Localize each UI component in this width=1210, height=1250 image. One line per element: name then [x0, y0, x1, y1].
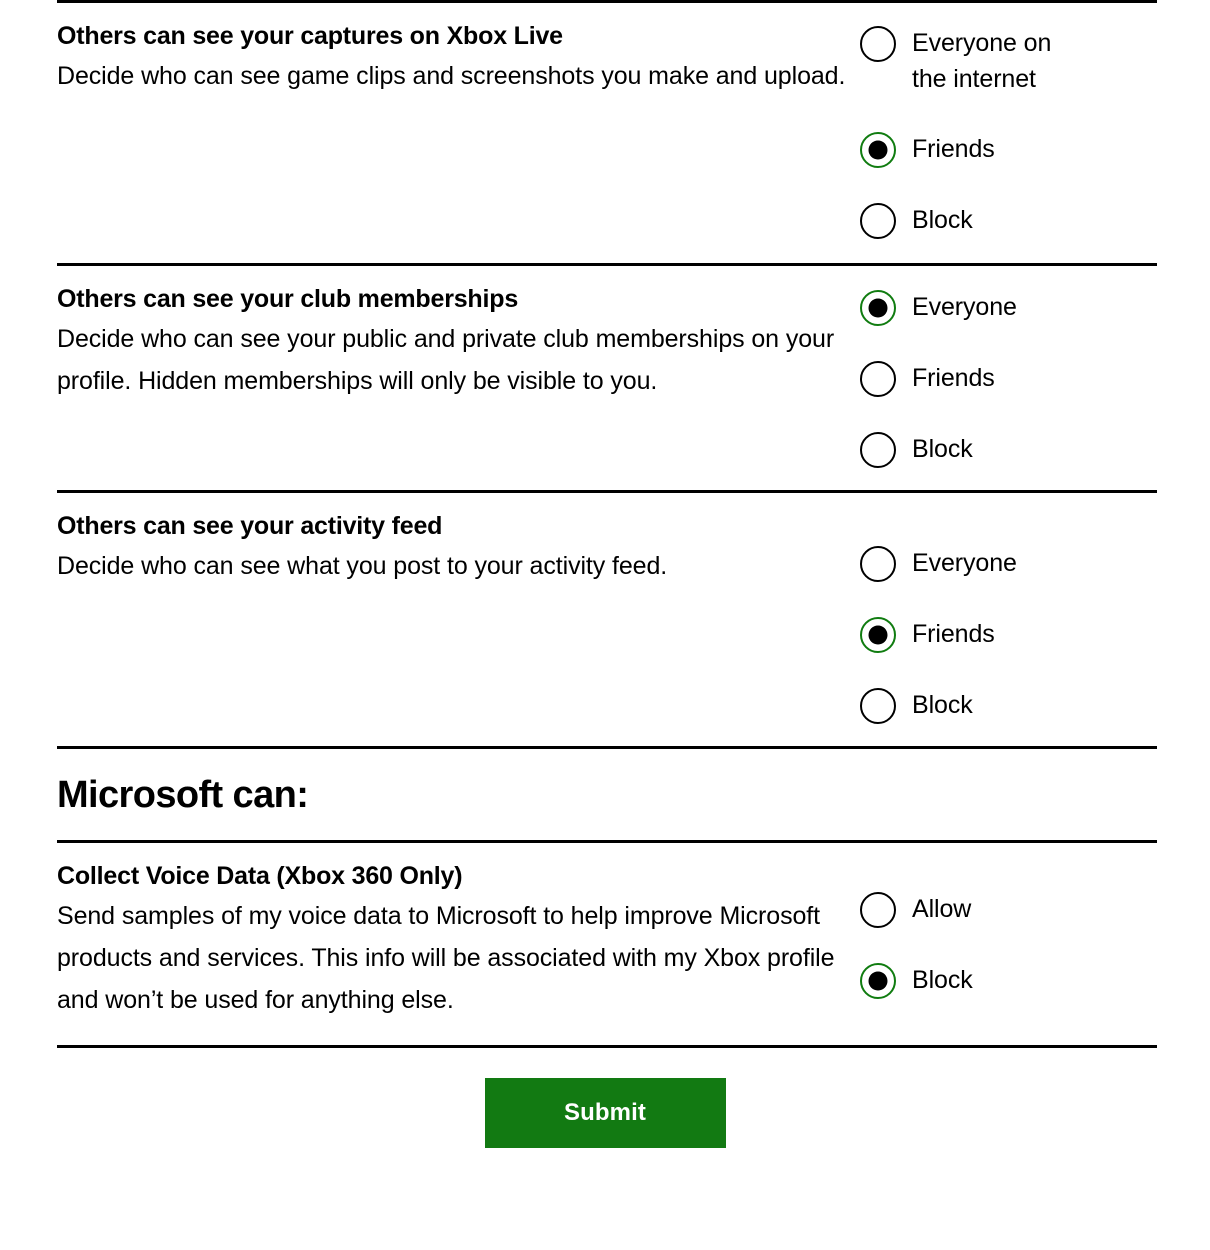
radio-option-voice-allow[interactable]: Allow: [860, 891, 1157, 928]
radio-group-activity-feed: Everyone Friends Block: [847, 493, 1157, 724]
radio-option-activity-friends[interactable]: Friends: [860, 616, 1157, 653]
radio-label-activity-friends: Friends: [912, 620, 995, 648]
radio-option-clubs-friends[interactable]: Friends: [860, 360, 1157, 397]
setting-row-voice-data: Collect Voice Data (Xbox 360 Only) Send …: [57, 843, 1157, 1045]
radio-icon-unselected[interactable]: [860, 361, 896, 397]
setting-text-voice-data: Collect Voice Data (Xbox 360 Only) Send …: [57, 843, 847, 1021]
radio-icon-unselected[interactable]: [860, 203, 896, 239]
setting-description-voice-data: Send samples of my voice data to Microso…: [57, 902, 835, 1015]
radio-option-captures-everyone[interactable]: Everyone on the internet: [860, 25, 1157, 97]
setting-description-captures: Decide who can see game clips and screen…: [57, 62, 846, 91]
radio-label-voice-block: Block: [912, 966, 973, 994]
radio-icon-unselected[interactable]: [860, 892, 896, 928]
radio-icon-selected[interactable]: [860, 963, 896, 999]
radio-option-activity-block[interactable]: Block: [860, 687, 1157, 724]
radio-group-voice-data: Allow Block: [847, 843, 1157, 999]
submit-button-container: Submit: [0, 1048, 1210, 1149]
setting-title-activity-feed: Others can see your activity feed: [57, 512, 443, 540]
radio-group-captures: Everyone on the internet Friends Block: [847, 3, 1157, 239]
radio-label-voice-allow: Allow: [912, 895, 972, 923]
radio-icon-unselected[interactable]: [860, 432, 896, 468]
radio-icon-selected[interactable]: [860, 617, 896, 653]
radio-label-captures-friends: Friends: [912, 135, 995, 163]
radio-option-clubs-everyone[interactable]: Everyone: [860, 289, 1157, 326]
radio-option-clubs-block[interactable]: Block: [860, 431, 1157, 468]
setting-row-activity-feed: Others can see your activity feed Decide…: [57, 493, 1157, 746]
setting-row-club-memberships: Others can see your club memberships Dec…: [57, 266, 1157, 490]
privacy-settings-page: Others can see your captures on Xbox Liv…: [0, 0, 1210, 1250]
radio-icon-selected[interactable]: [860, 290, 896, 326]
radio-label-captures-everyone: Everyone on the internet: [912, 29, 1052, 93]
setting-description-club-memberships: Decide who can see your public and priva…: [57, 325, 835, 396]
setting-text-activity-feed: Others can see your activity feed Decide…: [57, 493, 847, 587]
radio-icon-unselected[interactable]: [860, 688, 896, 724]
setting-title-club-memberships: Others can see your club memberships: [57, 285, 519, 313]
section-heading-microsoft-can: Microsoft can:: [57, 774, 309, 816]
setting-row-captures: Others can see your captures on Xbox Liv…: [57, 3, 1157, 263]
radio-icon-unselected[interactable]: [860, 546, 896, 582]
setting-description-activity-feed: Decide who can see what you post to your…: [57, 552, 668, 581]
radio-option-activity-everyone[interactable]: Everyone: [860, 545, 1157, 582]
radio-option-voice-block[interactable]: Block: [860, 962, 1157, 999]
setting-title-captures: Others can see your captures on Xbox Liv…: [57, 22, 563, 50]
radio-label-clubs-block: Block: [912, 435, 973, 463]
radio-icon-unselected[interactable]: [860, 26, 896, 62]
setting-text-captures: Others can see your captures on Xbox Liv…: [57, 3, 847, 97]
setting-title-voice-data: Collect Voice Data (Xbox 360 Only): [57, 862, 463, 890]
radio-label-captures-block: Block: [912, 206, 973, 234]
radio-label-clubs-everyone: Everyone: [912, 293, 1017, 321]
radio-label-activity-everyone: Everyone: [912, 549, 1017, 577]
setting-text-club-memberships: Others can see your club memberships Dec…: [57, 266, 847, 402]
radio-icon-selected[interactable]: [860, 132, 896, 168]
radio-label-activity-block: Block: [912, 691, 973, 719]
radio-label-clubs-friends: Friends: [912, 364, 995, 392]
radio-option-captures-block[interactable]: Block: [860, 202, 1157, 239]
radio-group-club-memberships: Everyone Friends Block: [847, 266, 1157, 468]
submit-button[interactable]: Submit: [484, 1078, 726, 1149]
radio-option-captures-friends[interactable]: Friends: [860, 131, 1157, 168]
